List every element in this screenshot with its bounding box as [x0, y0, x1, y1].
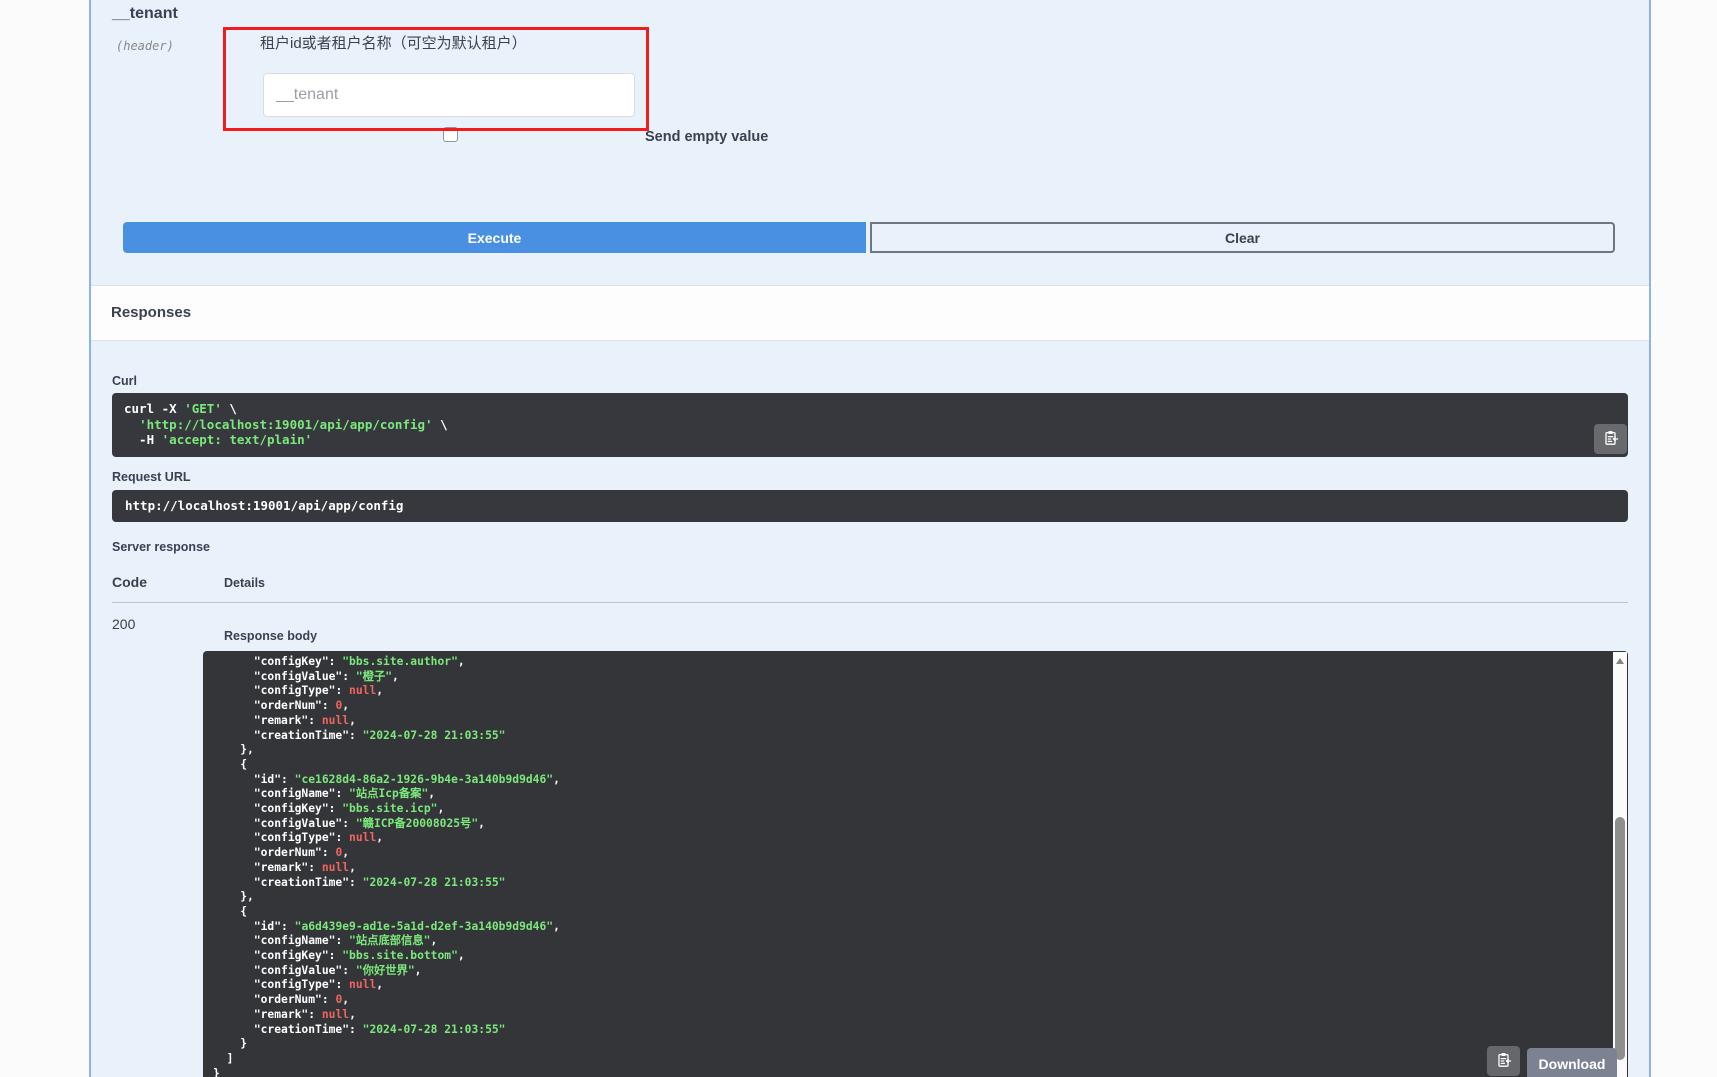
code-line: "configKey": "bbs.site.icp", — [213, 802, 1618, 817]
response-copy-button[interactable] — [1487, 1046, 1520, 1076]
code-line: "configType": null, — [213, 684, 1618, 699]
execute-button[interactable]: Execute — [123, 222, 866, 253]
code-line: } — [213, 1037, 1618, 1052]
swagger-operation-panel: __tenant (header) 租户id或者租户名称（可空为默认租户） Se… — [0, 0, 1717, 1077]
request-url-value: http://localhost:19001/api/app/config — [112, 490, 1628, 522]
clipboard-icon — [1603, 430, 1619, 449]
scrollbar-thumb[interactable] — [1615, 817, 1625, 1060]
table-header-divider — [112, 602, 1628, 603]
code-line: "configKey": "bbs.site.author", — [213, 655, 1618, 670]
code-line: -H 'accept: text/plain' — [124, 432, 1616, 448]
code-line: "configValue": "赣ICP备20008025号", — [213, 817, 1618, 832]
code-line: { — [213, 758, 1618, 773]
parameter-location: (header) — [116, 39, 174, 53]
code-line: "id": "ce1628d4-86a2-1926-9b4e-3a140b9d9… — [213, 773, 1618, 788]
response-scrollbar[interactable] — [1613, 652, 1627, 1077]
responses-title: Responses — [111, 304, 191, 321]
code-line: "configType": null, — [213, 978, 1618, 993]
clear-button[interactable]: Clear — [870, 222, 1615, 253]
response-body-label: Response body — [224, 629, 317, 643]
parameter-name: __tenant — [112, 5, 178, 23]
server-response-label: Server response — [112, 540, 210, 554]
curl-label: Curl — [112, 374, 137, 388]
code-line: ] — [213, 1052, 1618, 1067]
code-line: "orderNum": 0, — [213, 846, 1618, 861]
code-line: "creationTime": "2024-07-28 21:03:55" — [213, 1023, 1618, 1038]
details-column-header: Details — [224, 576, 265, 590]
code-column-header: Code — [112, 574, 147, 590]
code-line: } — [213, 1067, 1618, 1077]
code-line: "configName": "站点底部信息", — [213, 934, 1618, 949]
code-line: "orderNum": 0, — [213, 993, 1618, 1008]
send-empty-checkbox[interactable] — [443, 127, 458, 142]
code-line: "remark": null, — [213, 1008, 1618, 1023]
code-line: "orderNum": 0, — [213, 699, 1618, 714]
code-line: 'http://localhost:19001/api/app/config' … — [124, 417, 1616, 433]
curl-code-block: curl -X 'GET' \ 'http://localhost:19001/… — [112, 393, 1628, 457]
code-line: "remark": null, — [213, 714, 1618, 729]
code-line: }, — [213, 743, 1618, 758]
download-button[interactable]: Download — [1527, 1048, 1617, 1077]
code-line: "configKey": "bbs.site.bottom", — [213, 949, 1618, 964]
code-line: curl -X 'GET' \ — [124, 401, 1616, 417]
clipboard-icon — [1496, 1052, 1512, 1071]
responses-header-band — [91, 285, 1649, 341]
code-line: "configType": null, — [213, 831, 1618, 846]
send-empty-label: Send empty value — [645, 129, 768, 145]
code-line: { — [213, 905, 1618, 920]
code-line: "creationTime": "2024-07-28 21:03:55" — [213, 729, 1618, 744]
code-line: "creationTime": "2024-07-28 21:03:55" — [213, 876, 1618, 891]
request-url-label: Request URL — [112, 470, 190, 484]
code-line: }, — [213, 890, 1618, 905]
scroll-up-arrow-icon[interactable] — [1616, 658, 1624, 664]
tenant-input[interactable] — [263, 73, 635, 117]
response-body-block[interactable]: "configKey": "bbs.site.author", "configV… — [203, 651, 1628, 1077]
parameter-description: 租户id或者租户名称（可空为默认租户） — [260, 32, 527, 53]
code-line: "configValue": "你好世界", — [213, 964, 1618, 979]
code-line: "configValue": "橙子", — [213, 670, 1618, 685]
code-line: "id": "a6d439e9-ad1e-5a1d-d2ef-3a140b9d9… — [213, 920, 1618, 935]
curl-copy-button[interactable] — [1594, 424, 1627, 454]
code-line: "remark": null, — [213, 861, 1618, 876]
code-line: "configName": "站点Icp备案", — [213, 787, 1618, 802]
response-status-code: 200 — [112, 616, 135, 632]
